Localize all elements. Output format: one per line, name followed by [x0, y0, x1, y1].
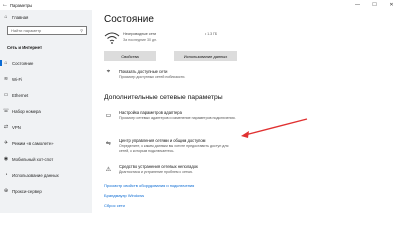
annotation-arrow	[241, 118, 308, 138]
